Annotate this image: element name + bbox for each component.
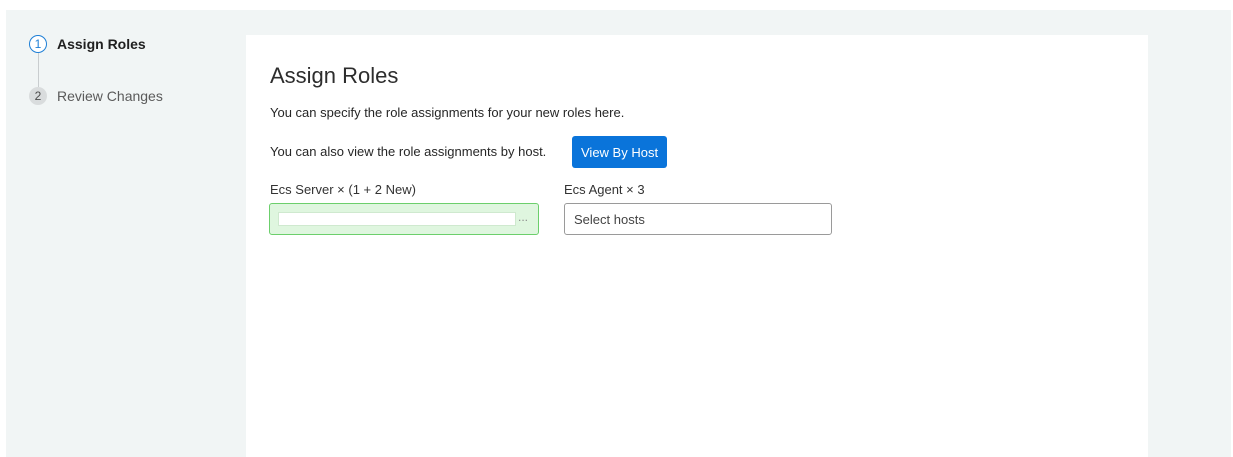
- page-title: Assign Roles: [270, 63, 399, 88]
- step-connector: [38, 53, 39, 87]
- main-panel: Assign Roles You can specify the role as…: [246, 35, 1148, 457]
- more-hosts-ellipsis[interactable]: ...: [518, 210, 528, 224]
- step-assign-roles[interactable]: 1 Assign Roles: [29, 35, 146, 53]
- view-by-host-text: You can also view the role assignments b…: [270, 144, 547, 159]
- host-selector-ecs-server[interactable]: ...: [269, 203, 539, 235]
- selected-hosts-bar: [278, 212, 516, 226]
- description-text: You can specify the role assignments for…: [270, 105, 625, 120]
- step-review-changes[interactable]: 2 Review Changes: [29, 87, 163, 105]
- role-label-ecs-agent: Ecs Agent × 3: [564, 182, 645, 197]
- role-label-ecs-server: Ecs Server × (1 + 2 New): [270, 182, 416, 197]
- view-by-host-button[interactable]: View By Host: [572, 136, 668, 168]
- host-selector-ecs-agent[interactable]: [564, 203, 832, 235]
- step-number: 1: [29, 35, 47, 53]
- step-label: Assign Roles: [57, 36, 146, 52]
- step-number: 2: [29, 87, 47, 105]
- step-label: Review Changes: [57, 88, 163, 104]
